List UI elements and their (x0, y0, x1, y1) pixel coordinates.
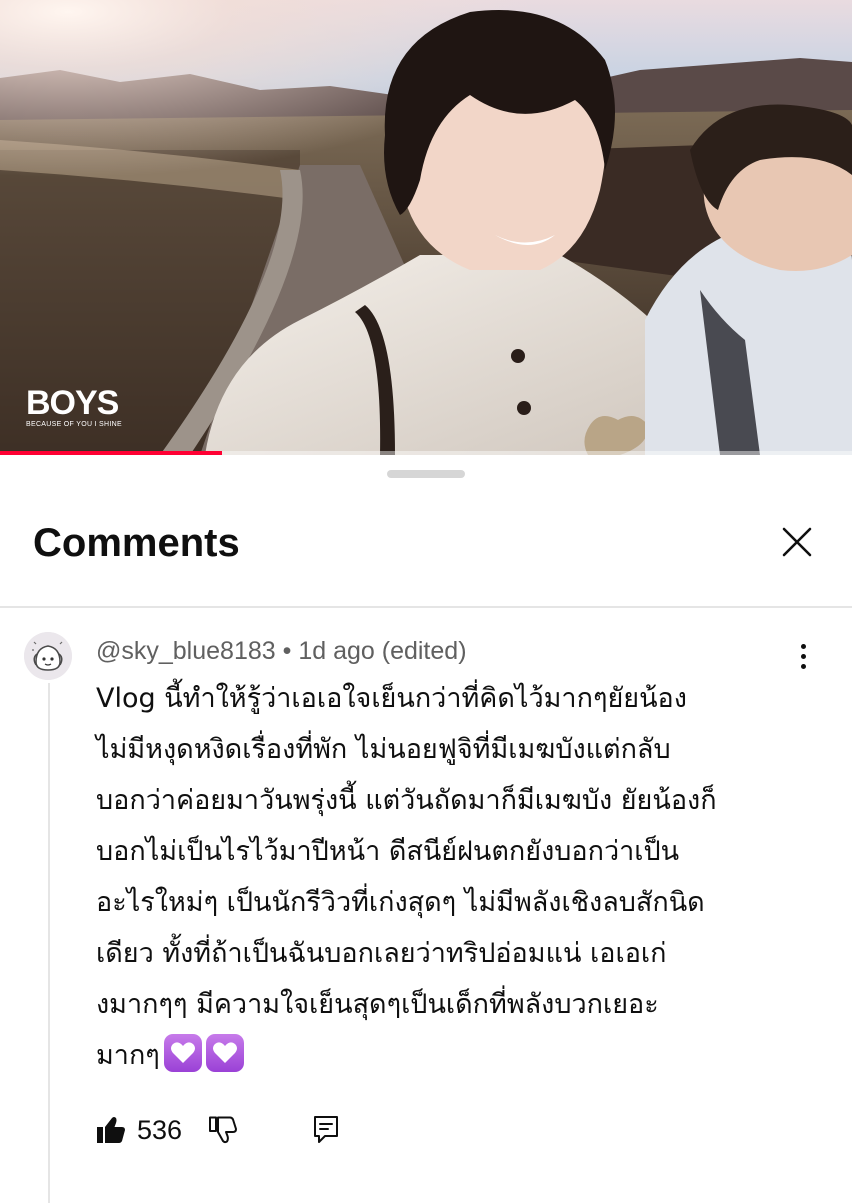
avatar-icon (24, 632, 72, 680)
comment-edited-label: (edited) (381, 637, 467, 665)
channel-watermark-logo: BOYS BECAUSE OF YOU I SHINE (26, 384, 122, 429)
reply-button[interactable] (312, 1115, 340, 1145)
comment-text: Vlog นี้ทำให้รู้ว่าเอเอใจเย็นกว่าที่คิดไ… (96, 673, 816, 1081)
like-button[interactable]: 536 (96, 1115, 182, 1146)
purple-heart-emoji (205, 1034, 244, 1072)
reply-icon (314, 1116, 339, 1143)
comment-line: อะไรใหม่ๆ เป็นนักรีวิวที่เก่งสุดๆ ไม่มีพ… (96, 887, 705, 918)
like-count: 536 (137, 1114, 183, 1145)
dislike-button[interactable] (208, 1116, 238, 1144)
comments-title: Comments (33, 521, 240, 565)
comment-line: เดียว ทั้งที่ถ้าเป็นฉันบอกเลยว่าทริปอ่อม… (96, 938, 667, 969)
comment-last-line: มากๆ (96, 1030, 816, 1081)
purple-heart-emoji (163, 1034, 202, 1072)
thread-line (48, 683, 50, 1203)
thumbs-down-icon (209, 1116, 238, 1144)
comment-line: บอกว่าค่อยมาวันพรุ่งนี้ แต่วันถัดมาก็มีเ… (96, 785, 717, 816)
more-vertical-icon (800, 643, 806, 669)
comment-line: ไม่มีหงุดหงิดเรื่องที่พัก ไม่นอยฟูจิที่ม… (96, 734, 671, 765)
drag-handle[interactable] (387, 470, 465, 478)
comment-author[interactable]: @sky_blue8183 (96, 637, 276, 665)
thumbs-up-icon (97, 1117, 125, 1143)
comment-line: งมากๆๆ มีความใจเย็นสุดๆเป็นเด็กที่พลังบว… (96, 989, 659, 1020)
close-button[interactable] (774, 519, 820, 565)
close-icon (782, 527, 812, 557)
comment-line: บอกไม่เป็นไรไว้มาปีหน้า ดีสนีย์ฝนตกยังบอ… (96, 836, 680, 867)
comment-line: มากๆ (96, 1040, 160, 1071)
logo-mark: BOYS (26, 384, 119, 422)
video-player[interactable]: BOYS BECAUSE OF YOU I SHINE (0, 0, 852, 455)
heart-icon (212, 1042, 237, 1063)
avatar[interactable] (24, 632, 72, 680)
logo-tagline: BECAUSE OF YOU I SHINE (26, 421, 122, 428)
comments-sheet: Comments @sky_blue8183 • 1d ago (edited)… (0, 455, 852, 1203)
meta-separator: • (282, 637, 299, 665)
heart-icon (170, 1042, 195, 1063)
video-frame (0, 0, 852, 455)
comment-meta: @sky_blue8183 • 1d ago (edited) (96, 635, 467, 667)
header-divider (0, 606, 852, 608)
comment-actions: 536 (96, 1110, 340, 1150)
comment-line: Vlog นี้ทำให้รู้ว่าเอเอใจเย็นกว่าที่คิดไ… (96, 683, 687, 714)
more-options-button[interactable] (790, 639, 816, 673)
comment-time: 1d ago (298, 637, 375, 665)
